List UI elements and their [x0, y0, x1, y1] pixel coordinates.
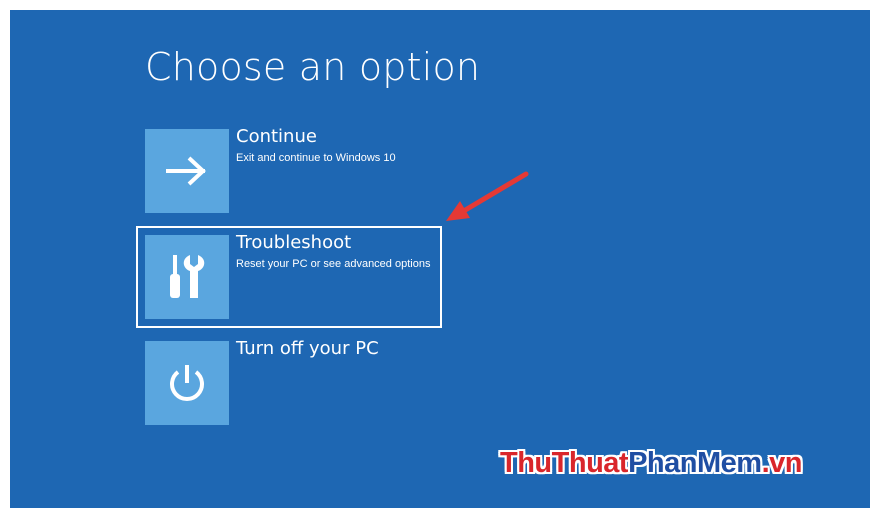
turn-off-label: Turn off your PC: [236, 338, 379, 359]
troubleshoot-option[interactable]: Troubleshoot Reset your PC or see advanc…: [145, 232, 445, 319]
tools-icon: [170, 255, 205, 298]
red-arrow-annotation: [446, 171, 529, 221]
troubleshoot-description: Reset your PC or see advanced options: [236, 258, 431, 270]
arrow-right-icon: [166, 156, 206, 186]
continue-option[interactable]: Continue Exit and continue to Windows 10: [145, 126, 445, 213]
continue-description: Exit and continue to Windows 10: [236, 152, 396, 164]
watermark-part-3: .vn: [761, 447, 803, 479]
power-icon: [170, 365, 204, 401]
watermark-part-2: PhanMem: [628, 447, 762, 479]
troubleshoot-label: Troubleshoot: [236, 232, 352, 253]
turn-off-tile[interactable]: [145, 341, 229, 425]
watermark-part-1: ThuThuat: [500, 447, 629, 479]
continue-tile[interactable]: [145, 129, 229, 213]
turn-off-option[interactable]: Turn off your PC: [145, 338, 445, 425]
recovery-screen: Choose an option Continue Exit and conti…: [10, 10, 870, 508]
troubleshoot-tile[interactable]: [145, 235, 229, 319]
continue-label: Continue: [236, 126, 317, 147]
site-watermark: ThuThuatPhanMem.vn: [500, 447, 802, 480]
page-title: Choose an option: [145, 45, 481, 89]
